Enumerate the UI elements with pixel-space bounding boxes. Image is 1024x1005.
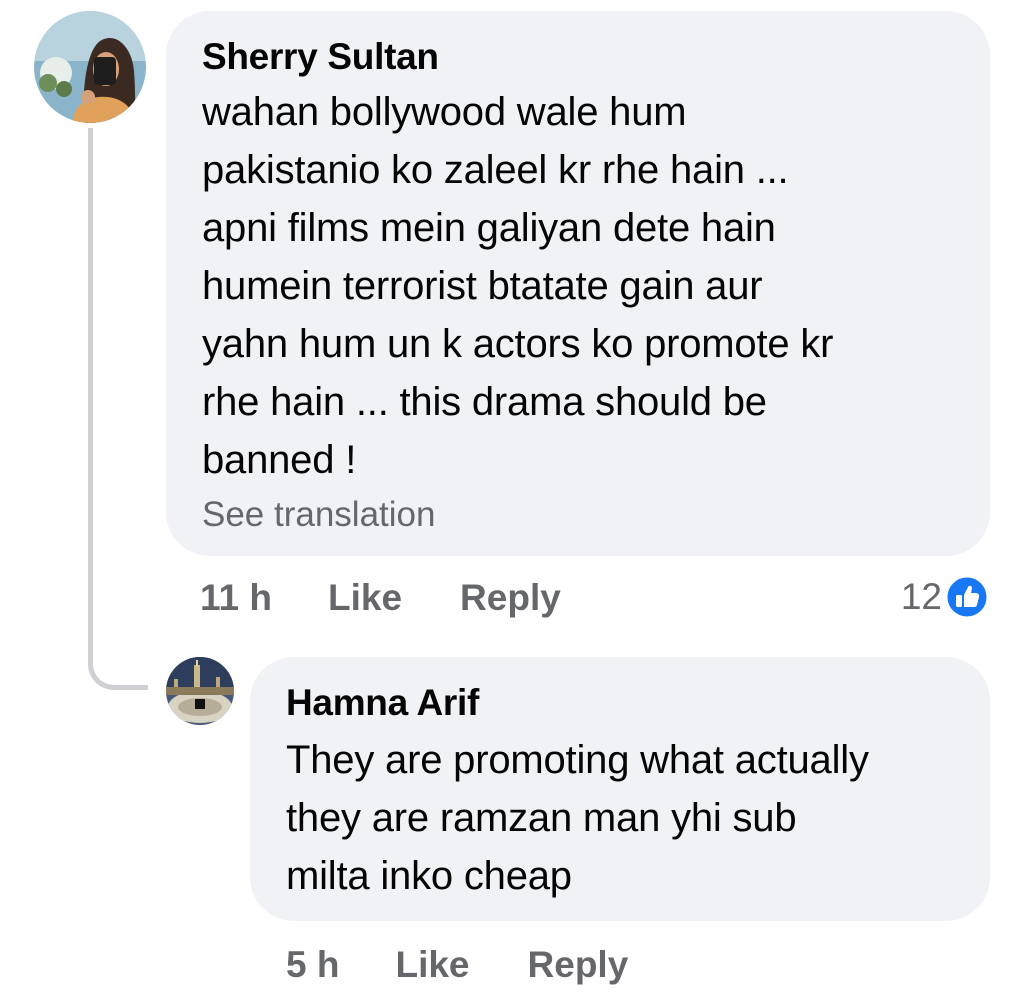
comment-timestamp[interactable]: 11 h bbox=[200, 576, 272, 620]
comment-text: wahan bollywood wale hum pakistanio ko z… bbox=[202, 90, 834, 482]
like-reaction-icon bbox=[944, 574, 990, 620]
reaction-summary[interactable]: 12 bbox=[901, 574, 990, 620]
reply-author-name[interactable]: Hamna Arif bbox=[286, 681, 954, 725]
avatar[interactable] bbox=[166, 657, 234, 725]
reply-timestamp[interactable]: 5 h bbox=[286, 943, 339, 987]
reply-text: They are promoting what actually they ar… bbox=[286, 738, 869, 898]
profile-photo-icon bbox=[166, 657, 234, 725]
profile-photo-icon bbox=[34, 11, 146, 123]
reply-button[interactable]: Reply bbox=[528, 943, 629, 987]
like-button[interactable]: Like bbox=[395, 943, 469, 987]
comment-author-name[interactable]: Sherry Sultan bbox=[202, 35, 954, 79]
avatar[interactable] bbox=[34, 11, 146, 123]
reply-actions: 5 h Like Reply bbox=[286, 943, 628, 987]
see-translation-link[interactable]: See translation bbox=[202, 493, 954, 537]
thread-connector-line bbox=[88, 128, 148, 690]
reply-button[interactable]: Reply bbox=[460, 576, 561, 620]
reaction-count: 12 bbox=[900, 576, 942, 617]
like-button[interactable]: Like bbox=[328, 576, 402, 620]
comment-actions: 11 h Like Reply bbox=[200, 576, 561, 620]
reply-bubble: Hamna Arif They are promoting what actua… bbox=[250, 657, 990, 921]
comment-bubble: Sherry Sultan wahan bollywood wale hum p… bbox=[166, 11, 990, 556]
